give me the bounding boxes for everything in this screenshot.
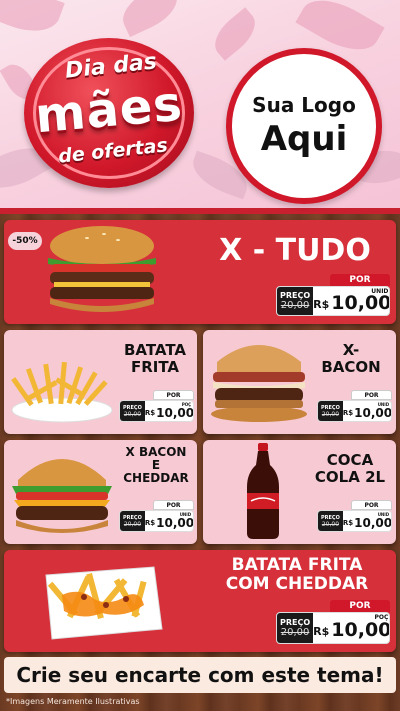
price-old-box: PREÇO 20,00 [318, 511, 343, 531]
flower-petal-decoration [0, 0, 65, 41]
soda-bottle-image [247, 443, 279, 539]
product-card-x-bacon-cheddar: X BACON E CHEDDAR POR PREÇO 20,00 R$ 10,… [4, 440, 197, 544]
price-value: 10,00 [331, 292, 390, 314]
product-title-line1: X- [342, 341, 360, 359]
product-title-line1: BATATA FRITA [231, 555, 363, 575]
product-title-line1: COCA [326, 451, 374, 469]
product-title: X- BACON [311, 342, 391, 375]
discount-badge: -50% [8, 232, 42, 250]
logo-placeholder: Sua Logo Aqui [226, 48, 382, 204]
price-label: PREÇO [280, 618, 311, 627]
product-title-line2: COM CHEDDAR [225, 573, 369, 594]
product-title-line3: CHEDDAR [123, 471, 189, 486]
price-body: PREÇO 20,00 R$ 10,00 UNID [119, 510, 194, 532]
price-currency: R$ [144, 409, 156, 417]
price-unit: POÇ [374, 614, 389, 621]
product-card-batata-cheddar: BATATA FRITA COM CHEDDAR POR PREÇO 20,00… [4, 550, 396, 652]
price-new-box: R$ 10,00 POÇ [144, 401, 194, 421]
price-value: 10,00 [354, 405, 392, 420]
product-title: COCA COLA 2L [309, 452, 391, 485]
price-tag: POR PREÇO 20,00 R$ 10,00 UNID [317, 390, 392, 424]
price-old: 20,00 [280, 300, 310, 311]
flower-petal-decoration [206, 7, 264, 61]
price-por-label: POR [153, 390, 194, 400]
price-tag: POR PREÇO 20,00 R$ 10,00 POÇ [276, 600, 390, 646]
price-por-label: POR [330, 274, 390, 286]
price-new-box: R$ 10,00 UNID [144, 511, 194, 531]
price-value: 10,00 [331, 619, 390, 641]
price-unit: UNID [377, 402, 390, 407]
price-old: 20,00 [321, 410, 340, 418]
price-tag: POR PREÇO 20,00 R$ 10,00 POÇ [119, 390, 194, 424]
price-value: 10,00 [354, 515, 392, 530]
product-title-line2: BACON [321, 357, 381, 376]
price-old-box: PREÇO 20,00 [318, 401, 343, 421]
price-value: 10,00 [156, 515, 194, 530]
price-old: 20,00 [123, 520, 142, 528]
price-por-label: POR [330, 600, 390, 612]
price-old-box: PREÇO 20,00 [277, 613, 314, 643]
price-tag: POR PREÇO 20,00 R$ 10,00 UNID [276, 274, 390, 318]
price-tag: POR PREÇO 20,00 R$ 10,00 UNID [317, 500, 392, 534]
price-body: PREÇO 20,00 R$ 10,00 UNID [317, 400, 392, 422]
price-old: 20,00 [123, 410, 142, 418]
price-body: PREÇO 20,00 R$ 10,00 UNID [276, 286, 390, 316]
cta-banner: Crie seu encarte com este tema! [4, 657, 396, 693]
price-currency: R$ [342, 409, 354, 417]
price-old-box: PREÇO 20,00 [120, 401, 145, 421]
product-title-line1: BATATA [123, 341, 187, 359]
price-new-box: R$ 10,00 POÇ [313, 613, 390, 643]
price-new-box: R$ 10,00 UNID [313, 287, 390, 315]
price-old: 20,00 [280, 627, 310, 638]
price-tag: POR PREÇO 20,00 R$ 10,00 UNID [119, 500, 194, 534]
footnote: *Imagens Meramente Ilustrativas [6, 697, 140, 706]
cheddar-fries-image [45, 566, 163, 640]
price-body: PREÇO 20,00 R$ 10,00 UNID [317, 510, 392, 532]
burger-image [48, 226, 156, 312]
price-unit: UNID [179, 512, 192, 517]
product-card-batata-frita: BATATA FRITA POR PREÇO 20,00 R$ 10,00 PO… [4, 330, 197, 434]
price-por-label: POR [351, 390, 392, 400]
price-unit: UNID [371, 288, 389, 295]
price-currency: R$ [144, 519, 156, 527]
cheddar-burger-image [12, 459, 112, 533]
product-card-x-bacon: X- BACON POR PREÇO 20,00 R$ 10,00 UNID [203, 330, 396, 434]
price-currency: R$ [313, 624, 330, 638]
fries-image [11, 361, 113, 423]
product-title: X - TUDO [219, 233, 371, 268]
product-card-x-tudo: X - TUDO POR PREÇO 20,00 R$ 10,00 UNID [4, 220, 396, 324]
product-title-line2: COLA 2L [314, 467, 386, 486]
product-title: X BACON E CHEDDAR [118, 445, 194, 486]
price-currency: R$ [342, 519, 354, 527]
product-title-line2: FRITA [130, 357, 180, 376]
price-old: 20,00 [321, 520, 340, 528]
price-unit: POÇ [181, 402, 192, 407]
flower-petal-decoration [115, 0, 185, 38]
logo-text-line1: Sua Logo [252, 93, 356, 117]
logo-text-line2: Aqui [260, 119, 348, 159]
product-title: BATATA FRITA COM CHEDDAR [204, 556, 390, 593]
price-por-label: POR [153, 500, 194, 510]
bacon-burger-image [211, 345, 307, 422]
price-unit: UNID [377, 512, 390, 517]
price-body: PREÇO 20,00 R$ 10,00 POÇ [119, 400, 194, 422]
price-value: 10,00 [156, 405, 194, 420]
price-old-box: PREÇO 20,00 [120, 511, 145, 531]
product-card-coca-cola: COCA COLA 2L POR PREÇO 20,00 R$ 10,00 UN… [203, 440, 396, 544]
price-por-label: POR [351, 500, 392, 510]
product-title: BATATA FRITA [116, 342, 194, 375]
price-currency: R$ [313, 297, 330, 311]
price-new-box: R$ 10,00 UNID [342, 511, 392, 531]
price-old-box: PREÇO 20,00 [277, 287, 314, 315]
price-label: PREÇO [280, 291, 311, 300]
price-body: PREÇO 20,00 R$ 10,00 POÇ [276, 612, 390, 644]
price-new-box: R$ 10,00 UNID [342, 401, 392, 421]
